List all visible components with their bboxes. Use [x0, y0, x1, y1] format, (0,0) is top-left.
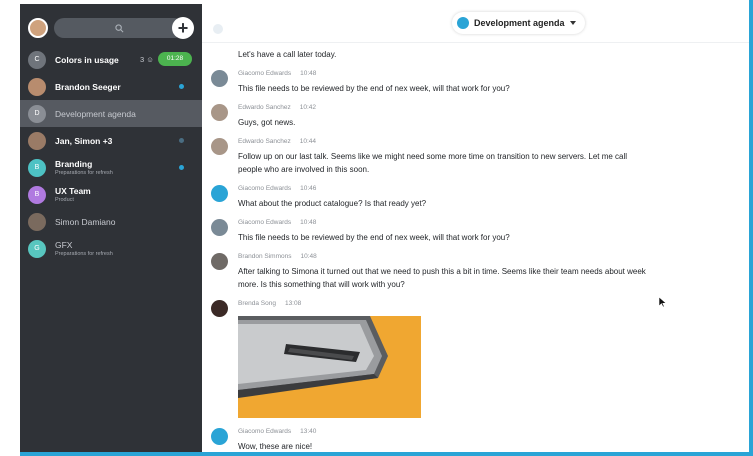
- message-time: 13:40: [300, 428, 317, 435]
- letter-avatar: C: [28, 50, 46, 69]
- letter-avatar: G: [28, 239, 46, 258]
- chat-bubble-icon: [213, 24, 223, 34]
- sidebar-item-label: Jan, Simon +3: [55, 135, 113, 146]
- message-time: 10:44: [299, 138, 317, 145]
- device-photo: [238, 316, 421, 418]
- sidebar-item-subtitle: Preparations for refresh: [55, 251, 113, 257]
- image-attachment[interactable]: [238, 316, 421, 418]
- add-conversation-button[interactable]: +: [172, 17, 194, 39]
- message-time: 10:48: [300, 219, 317, 226]
- letter-avatar: B: [28, 158, 46, 177]
- window-edge-right: [749, 0, 753, 456]
- chat-bubble-icon: [211, 185, 228, 202]
- chat-bubble-icon: [211, 428, 228, 445]
- conversation-panel: Development agenda Let's have a call lat…: [202, 4, 749, 452]
- channel-title: Development agenda: [474, 18, 565, 28]
- sidebar-item-gfx[interactable]: G GFX Preparations for refresh: [20, 235, 202, 262]
- sidebar-item-label: Colors in usage: [55, 54, 119, 65]
- message-time: 10:46: [300, 185, 317, 192]
- sidebar-item-label: Brandon Seeger: [55, 81, 121, 92]
- message-author: Edwardo Sanchez: [238, 104, 291, 111]
- window-edge-left: [0, 0, 20, 456]
- message-text: Wow, these are nice!: [238, 442, 313, 451]
- channel-selector[interactable]: Development agenda: [452, 12, 585, 34]
- message-text: Follow up on our last talk. Seems like w…: [238, 152, 628, 174]
- message-text: Let's have a call later today.: [238, 50, 337, 59]
- avatar: [211, 138, 228, 155]
- message-author: Giacomo Edwards: [238, 185, 292, 192]
- sidebar-item-jan-simon[interactable]: Jan, Simon +3: [20, 127, 202, 154]
- members-count: 3 ☺: [140, 55, 154, 64]
- sidebar-item-label: Simon Damiano: [55, 216, 116, 227]
- sidebar-item-label: Branding: [55, 159, 93, 169]
- sidebar-item-label: Development agenda: [55, 108, 136, 119]
- sidebar: + C Colors in usage 3 ☺ 01:28 Brandon Se…: [20, 4, 202, 452]
- message-time: 10:42: [299, 104, 317, 111]
- message-author: Giacomo Edwards: [238, 428, 292, 435]
- message-time: 10:48: [300, 253, 317, 260]
- group-avatar: [28, 131, 46, 150]
- avatar: [211, 219, 228, 236]
- avatar: [211, 70, 228, 87]
- app-window: + C Colors in usage 3 ☺ 01:28 Brandon Se…: [0, 0, 753, 456]
- unread-indicator: [179, 138, 184, 143]
- chevron-down-icon: [569, 21, 576, 25]
- sidebar-item-subtitle: Product: [55, 197, 74, 203]
- conversation-header: Development agenda: [202, 4, 749, 43]
- conversation-list: C Colors in usage 3 ☺ 01:28 Brandon Seeg…: [20, 46, 202, 262]
- letter-avatar: B: [28, 185, 46, 204]
- search-input[interactable]: [54, 18, 184, 38]
- sidebar-item-branding[interactable]: B Branding Preparations for refresh: [20, 154, 202, 181]
- message-author: Giacomo Edwards: [238, 70, 292, 77]
- message-text: Guys, got news.: [238, 118, 296, 127]
- message-text: After talking to Simona it turned out th…: [238, 267, 646, 289]
- window-edge-bottom: [20, 452, 753, 456]
- profile-avatar[interactable]: [28, 18, 48, 38]
- sidebar-item-ux-team[interactable]: B UX Team Product: [20, 181, 202, 208]
- people-icon: ☺: [146, 55, 154, 64]
- channel-icon: [457, 17, 469, 29]
- sidebar-item-brandon-seeger[interactable]: Brandon Seeger: [20, 73, 202, 100]
- message-author: Brenda Song: [238, 300, 276, 307]
- message-author: Brandon Simmons: [238, 253, 292, 260]
- sidebar-item-development-agenda[interactable]: D Development agenda: [20, 100, 202, 127]
- message-text: This file needs to be reviewed by the en…: [238, 84, 510, 93]
- mouse-cursor-icon: [659, 297, 666, 308]
- sidebar-item-simon-damiano[interactable]: Simon Damiano: [20, 208, 202, 235]
- message-time: 13:08: [284, 300, 302, 307]
- message-author: Edwardo Sanchez: [238, 138, 291, 145]
- active-call-badge[interactable]: 01:28: [158, 52, 192, 66]
- avatar: [211, 104, 228, 121]
- sidebar-item-label: GFX: [55, 240, 73, 250]
- avatar: [211, 253, 228, 270]
- sidebar-item-subtitle: Preparations for refresh: [55, 170, 113, 176]
- search-icon: [114, 23, 123, 32]
- unread-indicator: [179, 165, 184, 170]
- message-text: This file needs to be reviewed by the en…: [238, 233, 510, 242]
- sidebar-item-colors-in-usage[interactable]: C Colors in usage 3 ☺ 01:28: [20, 46, 202, 73]
- sidebar-item-label: UX Team: [55, 186, 91, 196]
- unread-indicator: [179, 84, 184, 89]
- avatar: [211, 300, 228, 317]
- avatar: [28, 77, 46, 96]
- message-time: 10:48: [300, 70, 317, 77]
- message-text: What about the product catalogue? Is tha…: [238, 199, 427, 208]
- letter-avatar: D: [28, 104, 46, 123]
- message-author: Giacomo Edwards: [238, 219, 292, 226]
- avatar: [28, 212, 46, 231]
